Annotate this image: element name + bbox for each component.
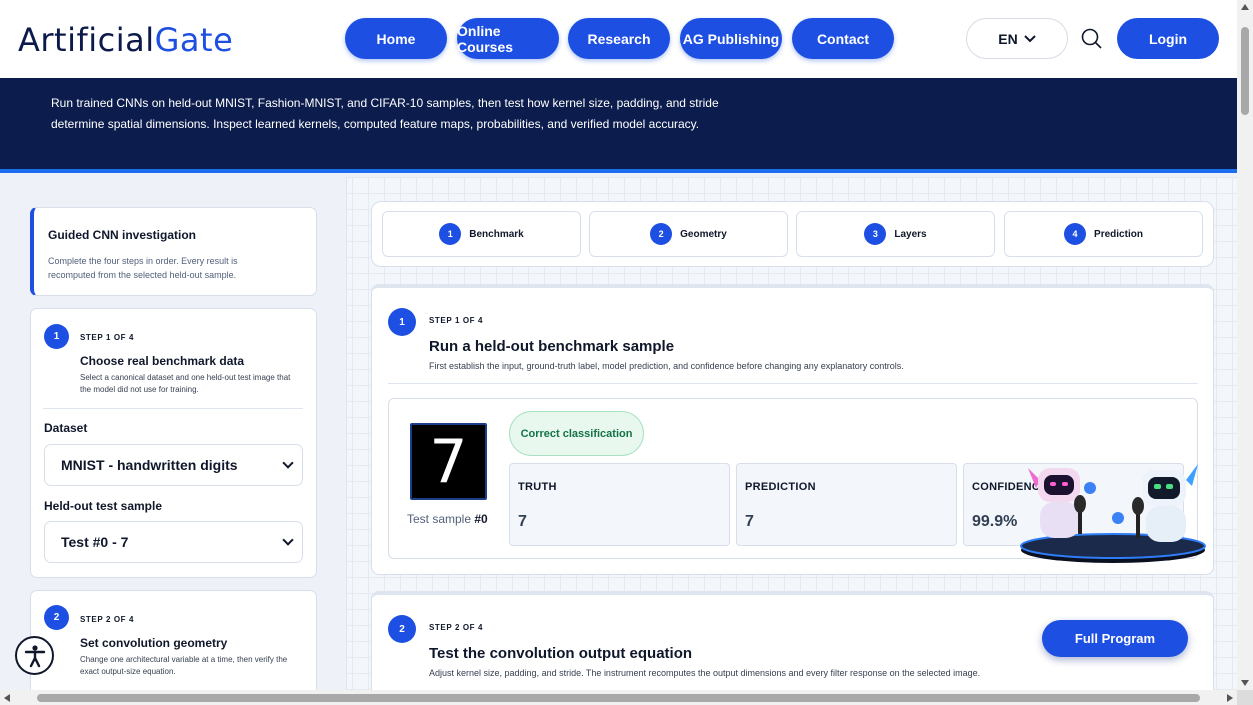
chevron-down-icon [1024,34,1036,42]
chevron-down-icon [282,457,294,469]
sample-caption: Test sample #0 [407,512,488,526]
nav-home-button[interactable]: Home [345,18,447,59]
robot-mascots-illustration [1020,464,1206,563]
step-number-badge: 1 [44,324,69,349]
tab-layers[interactable]: 3 Layers [796,211,995,257]
step-number-badge: 2 [44,605,69,630]
full-program-button[interactable]: Full Program [1042,620,1188,657]
logo-text-artificial: Artificial [18,21,155,59]
step-title: Set convolution geometry [80,636,228,650]
guided-investigation-card: Guided CNN investigation Complete the fo… [30,207,317,296]
login-button[interactable]: Login [1117,18,1219,59]
tab-number: 2 [650,223,673,245]
tab-label: Layers [894,228,927,240]
language-selector[interactable]: EN [966,18,1068,59]
divider [43,408,303,409]
sample-image: 7 [410,423,487,500]
classification-status-badge: Correct classification [509,411,644,456]
tab-prediction[interactable]: 4 Prediction [1004,211,1203,257]
metric-key: TRUTH [518,481,557,493]
sample-caption-text: Test sample [407,512,475,526]
metric-value: 7 [518,513,527,530]
horizontal-scrollbar[interactable] [0,690,1237,705]
tab-label: Geometry [680,228,727,240]
step-kicker: STEP 2 OF 4 [80,615,135,624]
dataset-label: Dataset [44,421,88,435]
panel-title: Test the convolution output equation [429,645,693,662]
tab-geometry[interactable]: 2 Geometry [589,211,788,257]
guided-title: Guided CNN investigation [48,228,197,242]
sample-select-value: Test #0 - 7 [61,534,129,550]
dataset-select-value: MNIST - handwritten digits [61,457,238,473]
scroll-up-arrow-icon[interactable] [1241,4,1249,10]
nav-ag-publishing-button[interactable]: AG Publishing [680,18,782,59]
guided-description: Complete the four steps in order. Every … [48,256,238,280]
panel-description: Adjust kernel size, padding, and stride.… [429,668,981,678]
chevron-down-icon [282,534,294,546]
scroll-right-arrow-icon[interactable] [1227,694,1233,702]
step-kicker: STEP 1 OF 4 [80,333,135,342]
logo-text-gate: Gate [154,21,234,59]
step-kicker: STEP 2 OF 4 [429,623,484,632]
step-number-badge: 1 [388,308,416,336]
metric-prediction: PREDICTION 7 [736,463,957,546]
divider [388,383,1198,384]
site-logo[interactable]: ArtificialGate [18,20,233,60]
tab-number: 1 [439,223,462,245]
nav-contact-button[interactable]: Contact [792,18,894,59]
sample-id: #0 [474,512,488,526]
tab-label: Prediction [1094,228,1143,240]
panel-description: First establish the input, ground-truth … [429,361,904,371]
banner-text: Run trained CNNs on held-out MNIST, Fash… [51,96,719,131]
metric-key: PREDICTION [745,481,816,493]
scroll-left-arrow-icon[interactable] [4,694,10,702]
nav-research-button[interactable]: Research [568,18,670,59]
panel-title: Run a held-out benchmark sample [429,338,675,355]
step-title: Choose real benchmark data [80,354,245,368]
sidebar-step-2-card: 2 STEP 2 OF 4 Set convolution geometry C… [30,590,317,700]
accessibility-icon [24,644,45,667]
step-tabs: 1 Benchmark 2 Geometry 3 Layers 4 Prediction [371,201,1214,267]
vertical-scrollbar[interactable] [1237,0,1253,690]
sample-select[interactable]: Test #0 - 7 [44,521,303,563]
hero-banner: Run trained CNNs on held-out MNIST, Fash… [0,78,1237,173]
sidebar-step-1-card: 1 STEP 1 OF 4 Choose real benchmark data… [30,308,317,578]
vertical-scroll-thumb[interactable] [1241,27,1249,115]
nav-online-courses-button[interactable]: Online Courses [457,18,559,59]
accessibility-button[interactable] [15,636,54,675]
search-icon[interactable] [1081,28,1103,50]
sample-label: Held-out test sample [44,499,163,513]
step-description: Select a canonical dataset and one held-… [80,373,291,394]
tab-benchmark[interactable]: 1 Benchmark [382,211,581,257]
metric-value: 7 [745,513,754,530]
tab-number: 3 [864,223,887,245]
top-navigation: ArtificialGate Home Online Courses Resea… [0,0,1237,78]
step-kicker: STEP 1 OF 4 [429,316,484,325]
scrollbar-corner [1237,690,1253,705]
tab-number: 4 [1064,223,1087,245]
scroll-down-arrow-icon[interactable] [1241,680,1249,686]
horizontal-scroll-thumb[interactable] [37,694,1200,702]
step-number-badge: 2 [388,615,416,643]
tab-label: Benchmark [469,228,524,240]
language-label: EN [998,30,1018,47]
metric-value: 99.9% [972,513,1018,530]
step-description: Change one architectural variable at a t… [80,655,288,676]
metric-truth: TRUTH 7 [509,463,730,546]
dataset-select[interactable]: MNIST - handwritten digits [44,444,303,486]
